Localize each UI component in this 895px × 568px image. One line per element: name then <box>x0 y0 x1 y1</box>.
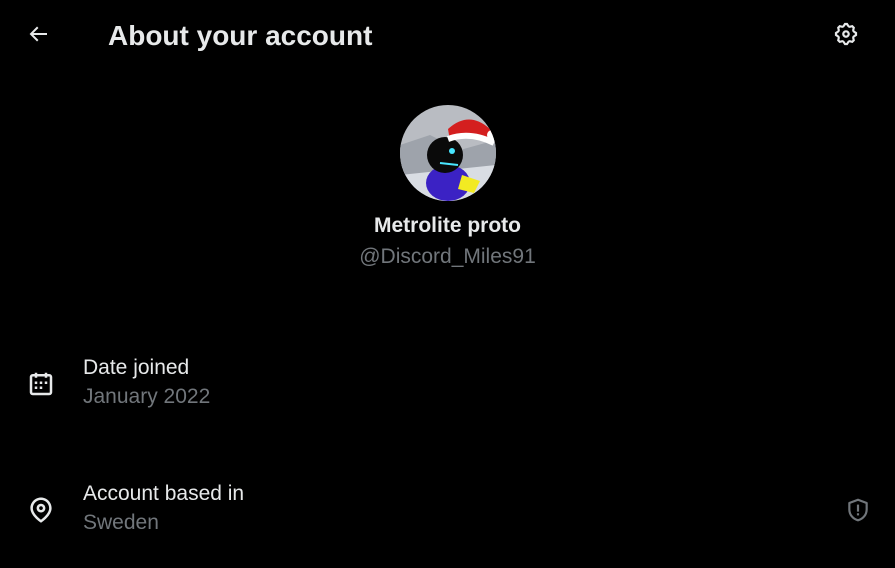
location-pin-icon <box>24 493 58 527</box>
avatar[interactable] <box>399 105 496 201</box>
date-joined-value: January 2022 <box>83 385 211 408</box>
date-joined-label: Date joined <box>83 356 190 379</box>
account-based-in-text: Account based in Sweden <box>83 480 244 536</box>
date-joined-row: Date joined January 2022 <box>0 352 895 416</box>
account-based-in-value: Sweden <box>83 511 159 534</box>
back-button[interactable] <box>20 18 56 54</box>
avatar-image <box>399 105 496 201</box>
account-based-in-row: Account based in Sweden <box>0 478 895 542</box>
page-title: About your account <box>108 20 373 51</box>
arrow-left-icon <box>26 22 50 51</box>
date-joined-text: Date joined January 2022 <box>83 354 210 410</box>
account-based-in-label: Account based in <box>83 482 245 505</box>
username-handle: @Discord_Miles91 <box>359 245 536 268</box>
calendar-icon <box>24 367 58 401</box>
gear-icon <box>833 21 859 52</box>
shield-info-icon[interactable] <box>843 495 873 525</box>
display-name: Metrolite proto <box>374 214 521 237</box>
top-bar: About your account <box>0 0 895 74</box>
settings-button[interactable] <box>827 17 865 55</box>
profile-summary: Metrolite proto @Discord_Miles91 <box>0 105 895 270</box>
